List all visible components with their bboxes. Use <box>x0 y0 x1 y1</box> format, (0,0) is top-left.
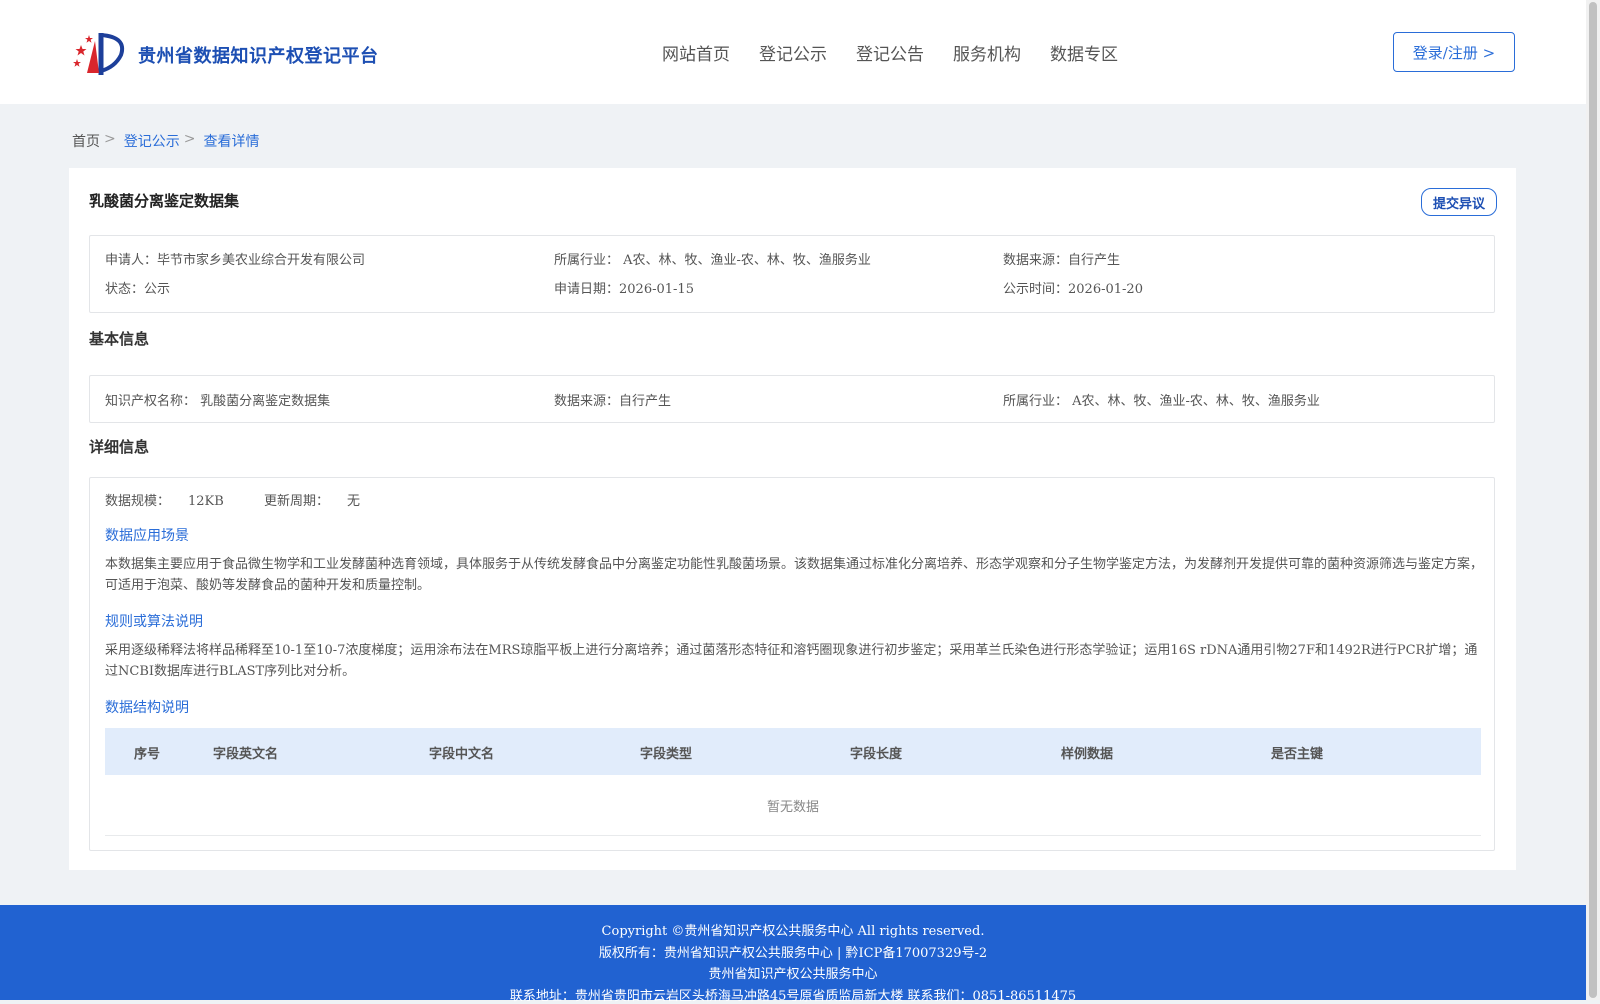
source-label: 数据来源： <box>1003 253 1069 268</box>
nav-item-announcement[interactable]: 登记公告 <box>856 40 924 65</box>
nav-item-service-agency[interactable]: 服务机构 <box>953 40 1021 65</box>
page: 贵州省数据知识产权登记平台 网站首页 登记公示 登记公告 服务机构 数据专区 登… <box>0 0 1586 1004</box>
nav-item-home[interactable]: 网站首页 <box>662 40 730 65</box>
site-logo-icon[interactable] <box>71 27 131 79</box>
ip-name-field: 知识产权名称： 乳酸菌分离鉴定数据集 <box>105 390 330 409</box>
status-field: 状态：公示 <box>105 278 170 297</box>
source-field: 数据来源：自行产生 <box>1003 249 1120 268</box>
table-header-cell: 字段英文名 <box>213 747 279 762</box>
algorithm-text: 采用逐级稀释法将样品稀释至10-1至10-7浓度梯度；运用涂布法在MRS琼脂平板… <box>105 643 1478 679</box>
apply-date-label: 申请日期： <box>554 282 620 297</box>
scenario-heading: 数据应用场景 <box>105 528 189 544</box>
structure-heading: 数据结构说明 <box>105 700 189 716</box>
update-cycle-field: 更新周期： 无 <box>264 494 378 509</box>
table-header-cell: 字段中文名 <box>429 747 495 762</box>
table-header-cell: 是否主键 <box>1271 747 1324 762</box>
data-scale-field: 数据规模： 12KB <box>105 494 242 509</box>
data-scale-label: 数据规模： <box>105 494 171 509</box>
data-scale-row: 数据规模： 12KB 更新周期： 无 <box>105 490 396 509</box>
footer-contact: 联系地址：贵州省贵阳市云岩区头桥海马冲路45号原省质监局新大楼 联系我们：085… <box>509 989 1077 1004</box>
publish-date-value: 2026-01-20 <box>1068 282 1143 297</box>
record-summary-box: 申请人：毕节市家乡美农业综合开发有限公司 所属行业： A农、林、牧、渔业-农、林… <box>89 235 1495 313</box>
footer-owner-icp: 版权所有：贵州省知识产权公共服务中心 | 黔ICP备17007329号-2 <box>598 946 988 961</box>
basic-industry-label: 所属行业： <box>1003 394 1069 409</box>
basic-info-heading: 基本信息 <box>89 330 150 348</box>
login-register-button[interactable]: 登录/注册 > <box>1393 32 1515 72</box>
site-name[interactable]: 贵州省数据知识产权登记平台 <box>138 42 379 68</box>
page-scrollbar[interactable] <box>1586 0 1600 1000</box>
apply-date-field: 申请日期：2026-01-15 <box>554 278 694 297</box>
status-value: 公示 <box>144 282 171 297</box>
basic-info-box: 知识产权名称： 乳酸菌分离鉴定数据集 数据来源：自行产生 所属行业： A农、林、… <box>89 375 1495 423</box>
basic-industry-value: A农、林、牧、渔业-农、林、牧、渔服务业 <box>1072 394 1320 409</box>
table-header-row: 序号 字段英文名 字段中文名 字段类型 字段长度 样例数据 是否主键 <box>105 728 1481 775</box>
industry-field: 所属行业： A农、林、牧、渔业-农、林、牧、渔服务业 <box>554 249 871 268</box>
breadcrumb-separator: > <box>104 131 116 147</box>
apply-date-value: 2026-01-15 <box>619 282 694 297</box>
industry-value: A农、林、牧、渔业-农、林、牧、渔服务业 <box>623 253 871 268</box>
source-value: 自行产生 <box>1068 253 1121 268</box>
applicant-value: 毕节市家乡美农业综合开发有限公司 <box>157 253 366 268</box>
breadcrumb-current: 查看详情 <box>203 134 260 150</box>
scenario-text: 本数据集主要应用于食品微生物学和工业发酵菌种选育领域，具体服务于从传统发酵食品中… <box>105 557 1484 593</box>
footer-organization: 贵州省知识产权公共服务中心 <box>708 967 878 982</box>
table-header-cell: 字段长度 <box>850 747 903 762</box>
main-nav: 网站首页 登记公示 登记公告 服务机构 数据专区 <box>662 40 1147 65</box>
table-header-cell: 样例数据 <box>1061 747 1114 762</box>
basic-source-value: 自行产生 <box>619 394 672 409</box>
update-cycle-value: 无 <box>346 494 360 509</box>
publish-date-label: 公示时间： <box>1003 282 1069 297</box>
basic-source-label: 数据来源： <box>554 394 620 409</box>
applicant-field: 申请人：毕节市家乡美农业综合开发有限公司 <box>105 249 365 268</box>
applicant-label: 申请人： <box>105 253 158 268</box>
data-structure-table: 序号 字段英文名 字段中文名 字段类型 字段长度 样例数据 是否主键 暂无数据 <box>105 728 1481 836</box>
breadcrumb-publicity[interactable]: 登记公示 <box>124 131 180 151</box>
table-header-cell: 序号 <box>134 747 161 762</box>
ip-name-value: 乳酸菌分离鉴定数据集 <box>200 394 331 409</box>
breadcrumb: 首页 > 登记公示 > 查看详情 <box>72 131 259 151</box>
record-detail-card: 乳酸菌分离鉴定数据集 提交异议 申请人：毕节市家乡美农业综合开发有限公司 所属行… <box>69 168 1516 870</box>
footer-copyright: Copyright ©贵州省知识产权公共服务中心 All rights rese… <box>601 924 985 939</box>
basic-industry-field: 所属行业： A农、林、牧、渔业-农、林、牧、渔服务业 <box>1003 390 1320 409</box>
site-footer: Copyright ©贵州省知识产权公共服务中心 All rights rese… <box>0 905 1586 1004</box>
update-cycle-label: 更新周期： <box>263 494 329 509</box>
table-empty-state: 暂无数据 <box>105 775 1481 836</box>
scrollbar-thumb[interactable] <box>1589 2 1597 998</box>
submit-objection-button[interactable]: 提交异议 <box>1421 188 1497 216</box>
publish-date-field: 公示时间：2026-01-20 <box>1003 278 1143 297</box>
detail-info-heading: 详细信息 <box>89 438 150 456</box>
breadcrumb-home[interactable]: 首页 <box>72 131 100 151</box>
record-title: 乳酸菌分离鉴定数据集 <box>89 192 240 210</box>
algorithm-heading: 规则或算法说明 <box>105 614 203 630</box>
table-header-cell: 字段类型 <box>640 747 693 762</box>
status-label: 状态： <box>105 282 145 297</box>
nav-item-publicity[interactable]: 登记公示 <box>759 40 827 65</box>
ip-name-label: 知识产权名称： <box>105 394 197 409</box>
basic-source-field: 数据来源：自行产生 <box>554 390 671 409</box>
nav-item-data-zone[interactable]: 数据专区 <box>1050 40 1118 65</box>
site-header: 贵州省数据知识产权登记平台 网站首页 登记公示 登记公告 服务机构 数据专区 登… <box>0 0 1586 104</box>
data-scale-value: 12KB <box>188 494 224 509</box>
industry-label: 所属行业： <box>554 253 620 268</box>
breadcrumb-separator: > <box>183 131 196 147</box>
detail-info-box: 数据规模： 12KB 更新周期： 无 数据应用场景 本数据集主要应用于食品微生物学和… <box>89 477 1495 851</box>
